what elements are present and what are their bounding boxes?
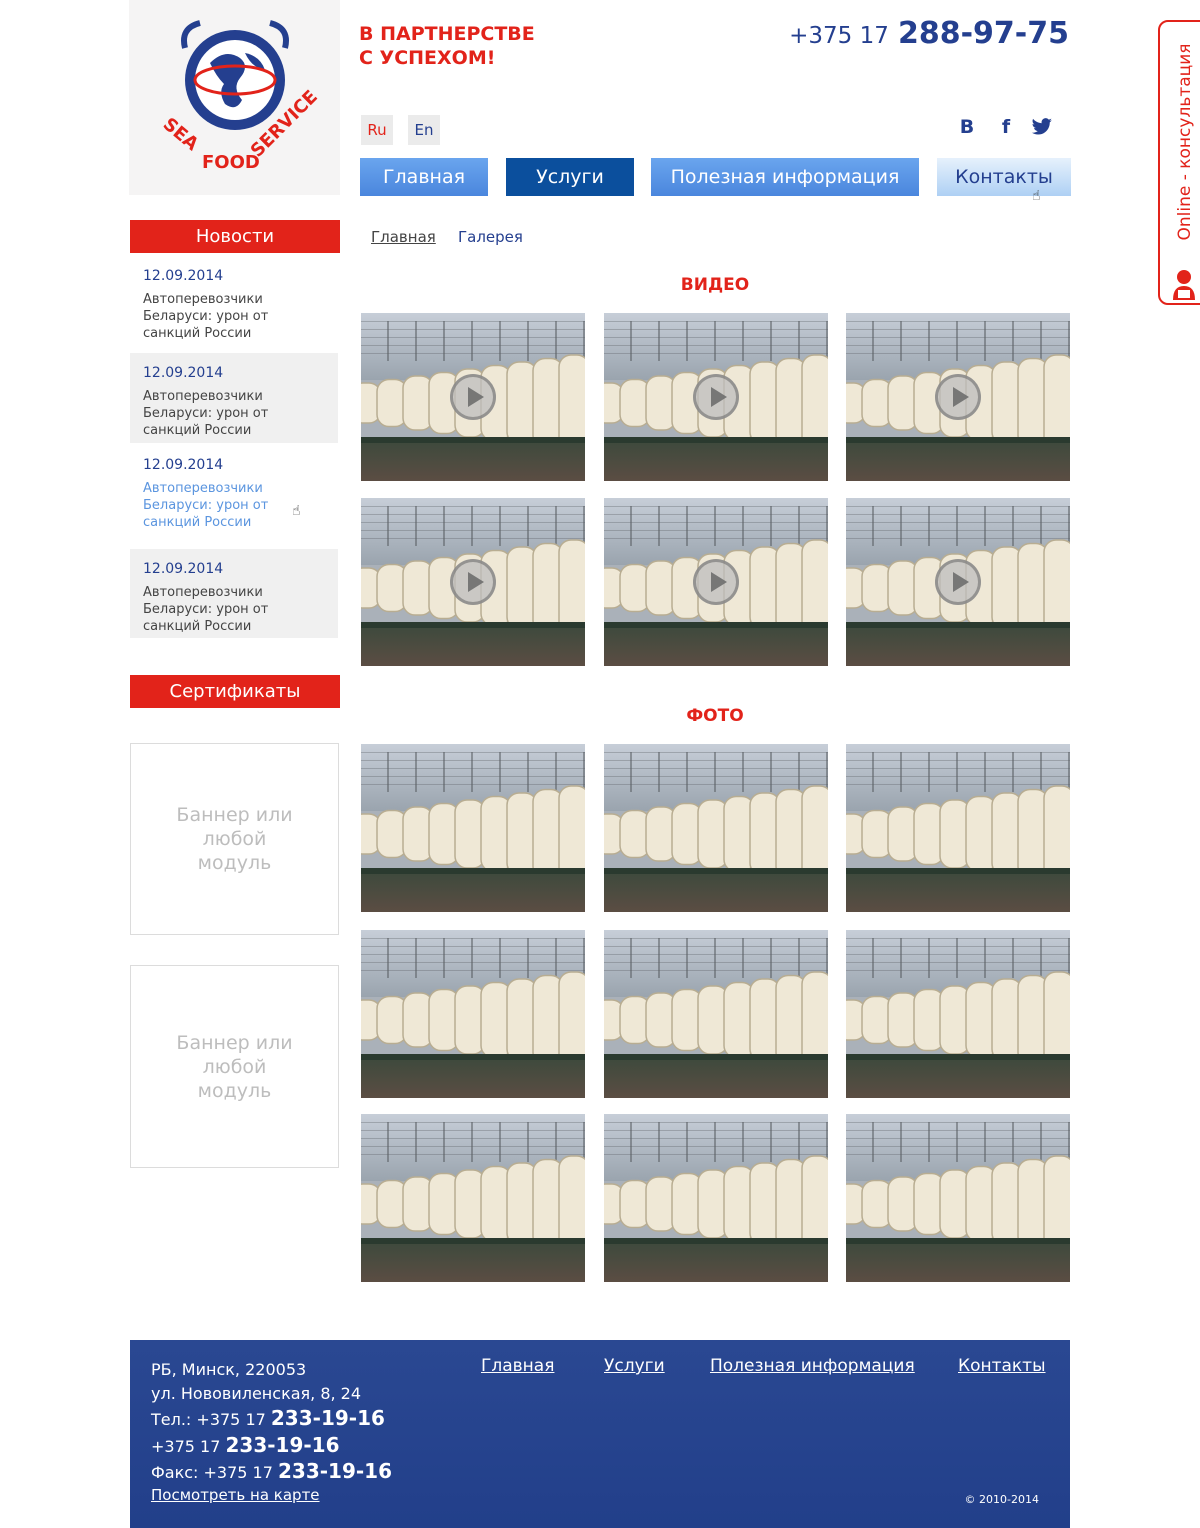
banner-text: Баннер или любой модуль	[176, 804, 293, 874]
footer-address: РБ, Минск, 220053 ул. Нововиленская, 8, …	[151, 1358, 361, 1406]
photo-section-title: ФОТО	[686, 706, 744, 726]
nav-services[interactable]: Услуги	[506, 158, 634, 196]
lang-ru-button[interactable]: Ru	[361, 115, 393, 145]
footer-link-home[interactable]: Главная	[481, 1356, 554, 1376]
news-date: 12.09.2014	[143, 365, 224, 381]
tel-2-label: +375 17	[151, 1437, 221, 1456]
video-thumbnail[interactable]	[361, 313, 585, 481]
news-item[interactable]: 12.09.2014 Автоперевозчики Беларуси: уро…	[130, 445, 338, 541]
photo-thumbnail[interactable]	[361, 744, 585, 912]
breadcrumb-current: Галерея	[458, 228, 523, 246]
play-icon[interactable]	[693, 559, 739, 605]
map-link[interactable]: Посмотреть на карте	[151, 1486, 320, 1504]
footer: РБ, Минск, 220053 ул. Нововиленская, 8, …	[130, 1340, 1070, 1528]
phone-number: 288-97-75	[897, 16, 1069, 51]
footer-tel-2: +375 17 233-19-16	[151, 1433, 340, 1457]
news-date: 12.09.2014	[143, 268, 224, 284]
play-icon[interactable]	[935, 374, 981, 420]
photo-thumbnail[interactable]	[846, 744, 1070, 912]
phone-prefix: +375 17	[789, 23, 889, 49]
online-consultation-label: Online - консультация	[1175, 43, 1195, 241]
vk-icon[interactable]: B	[956, 116, 978, 138]
photo-thumbnail[interactable]	[361, 930, 585, 1098]
news-date: 12.09.2014	[143, 457, 224, 473]
footer-fax: Факс: +375 17 233-19-16	[151, 1459, 392, 1483]
news-link[interactable]: Автоперевозчики Беларуси: урон от санкци…	[143, 291, 326, 342]
play-icon[interactable]	[450, 559, 496, 605]
tel-2-number: 233-19-16	[225, 1433, 340, 1457]
video-thumbnail[interactable]	[361, 498, 585, 666]
facebook-icon[interactable]: f	[995, 116, 1017, 138]
nav-contacts[interactable]: Контакты	[937, 158, 1071, 196]
play-icon[interactable]	[693, 374, 739, 420]
news-date: 12.09.2014	[143, 561, 224, 577]
fax-number: 233-19-16	[278, 1459, 393, 1483]
footer-link-contacts[interactable]: Контакты	[958, 1356, 1046, 1376]
site-logo[interactable]: SEA FOOD SERVICE	[129, 0, 340, 195]
address-line-1: РБ, Минск, 220053	[151, 1360, 307, 1379]
lang-en-button[interactable]: En	[408, 115, 440, 145]
banner-text: Баннер или любой модуль	[176, 1031, 293, 1102]
photo-thumbnail[interactable]	[604, 930, 828, 1098]
hand-cursor-icon: ☝	[292, 503, 301, 519]
fax-label: Факс: +375 17	[151, 1463, 273, 1482]
tel-number: 233-19-16	[270, 1406, 385, 1430]
online-consultation-tab[interactable]: Online - консультация	[1158, 20, 1200, 305]
play-icon[interactable]	[450, 374, 496, 420]
certificates-header: Сертификаты	[130, 675, 340, 708]
nav-useful-info[interactable]: Полезная информация	[651, 158, 919, 196]
footer-link-useful-info[interactable]: Полезная информация	[710, 1356, 915, 1376]
twitter-icon[interactable]	[1031, 116, 1053, 138]
slogan-line-2: С УСПЕХОМ!	[359, 47, 496, 69]
news-link[interactable]: Автоперевозчики Беларуси: урон от санкци…	[143, 388, 326, 439]
breadcrumb-home[interactable]: Главная	[371, 228, 436, 246]
nav-home[interactable]: Главная	[360, 158, 488, 196]
video-section-title: ВИДЕО	[680, 275, 750, 295]
news-item[interactable]: 12.09.2014 Автоперевозчики Беларуси: уро…	[130, 549, 338, 638]
banner-placeholder[interactable]: Баннер или любой модуль	[130, 965, 339, 1168]
tel-label: Тел.: +375 17	[151, 1410, 266, 1429]
play-icon[interactable]	[935, 559, 981, 605]
video-thumbnail[interactable]	[846, 313, 1070, 481]
banner-placeholder[interactable]: Баннер или любой модуль	[130, 743, 339, 935]
slogan-line-1: В ПАРТНЕРСТВЕ	[359, 23, 535, 45]
video-thumbnail[interactable]	[846, 498, 1070, 666]
news-item[interactable]: 12.09.2014 Автоперевозчики Беларуси: уро…	[130, 353, 338, 443]
footer-tel: Тел.: +375 17 233-19-16	[151, 1406, 385, 1430]
svg-text:FOOD: FOOD	[202, 152, 260, 173]
slogan: В ПАРТНЕРСТВЕ С УСПЕХОМ!	[359, 22, 535, 70]
svg-text:SEA: SEA	[158, 113, 202, 154]
hand-cursor-icon: ☝	[1032, 188, 1041, 204]
photo-thumbnail[interactable]	[846, 930, 1070, 1098]
news-item[interactable]: 12.09.2014 Автоперевозчики Беларуси: уро…	[130, 256, 338, 350]
photo-thumbnail[interactable]	[361, 1114, 585, 1282]
address-line-2: ул. Нововиленская, 8, 24	[151, 1384, 362, 1403]
footer-link-services[interactable]: Услуги	[604, 1356, 665, 1376]
operator-icon	[1171, 268, 1197, 306]
news-header: Новости	[130, 220, 340, 253]
video-thumbnail[interactable]	[604, 313, 828, 481]
copyright: © 2010-2014	[964, 1493, 1039, 1506]
video-thumbnail[interactable]	[604, 498, 828, 666]
photo-thumbnail[interactable]	[604, 744, 828, 912]
photo-thumbnail[interactable]	[846, 1114, 1070, 1282]
header-phone: +375 17 288-97-75	[789, 16, 1069, 51]
photo-thumbnail[interactable]	[604, 1114, 828, 1282]
news-link[interactable]: Автоперевозчики Беларуси: урон от санкци…	[143, 584, 326, 635]
